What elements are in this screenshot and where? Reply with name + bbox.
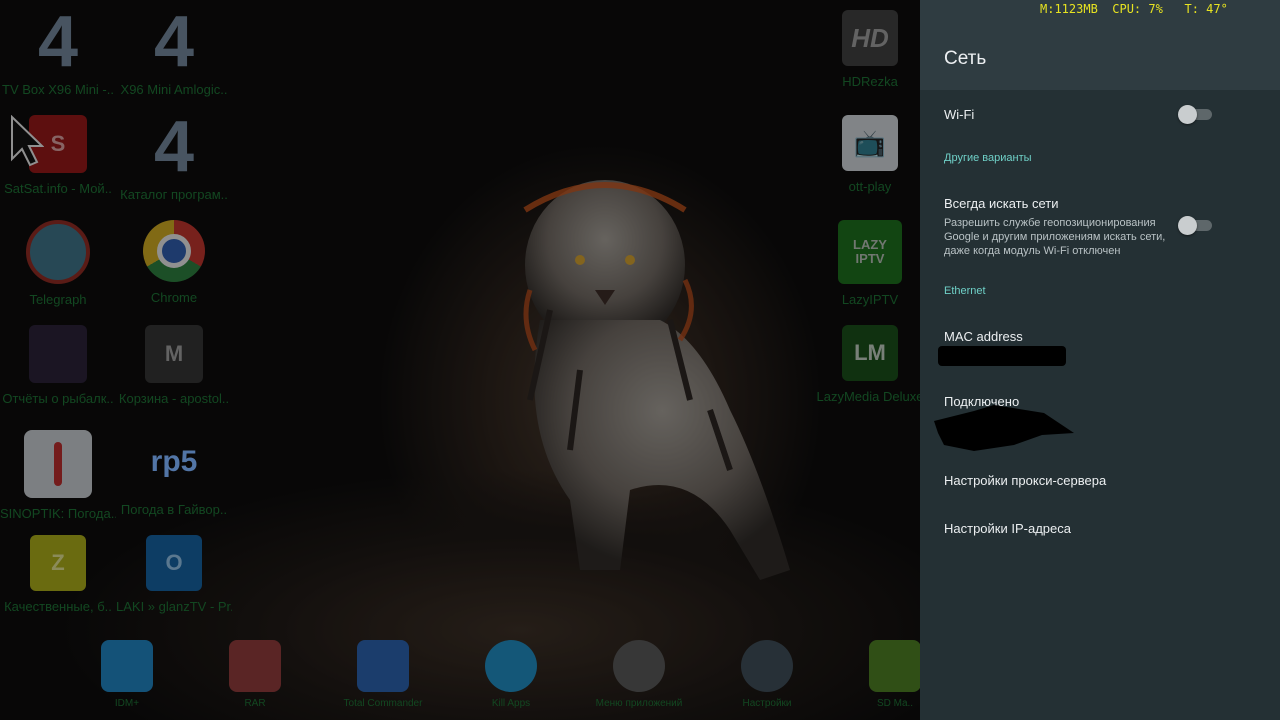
letter-o-icon: O xyxy=(146,535,202,591)
dock-item[interactable]: IDM+ xyxy=(72,640,182,709)
settings-icon xyxy=(741,640,793,692)
app-shortcut[interactable]: SINOPTIK: Погода.. xyxy=(0,430,116,521)
fishing-icon xyxy=(29,325,87,383)
proxy-settings-item[interactable]: Настройки прокси-сервера xyxy=(944,473,1106,488)
wifi-toggle[interactable] xyxy=(1178,105,1214,124)
chrome-icon xyxy=(143,220,205,282)
app-shortcut[interactable]: M Корзина - apostol.. xyxy=(116,325,232,406)
download-icon xyxy=(101,640,153,692)
page-title: Сеть xyxy=(944,48,987,69)
floppy-icon xyxy=(357,640,409,692)
network-settings-panel: Сеть Wi-Fi Другие варианты Всегда искать… xyxy=(920,0,1280,720)
trash-icon xyxy=(485,640,537,692)
app-label: Отчёты о рыбалк.. xyxy=(2,391,114,406)
connection-redaction xyxy=(934,405,1074,451)
rar-icon xyxy=(229,640,281,692)
dock-label: Kill Apps xyxy=(491,698,531,709)
dock-label: Меню приложений xyxy=(595,698,683,709)
ethernet-header: Ethernet xyxy=(944,285,986,297)
dock-label: RAR xyxy=(244,698,266,709)
tv-icon: 📺 xyxy=(842,115,898,171)
app-label: Telegraph xyxy=(29,292,87,307)
other-options-header: Другие варианты xyxy=(944,152,1032,164)
tiger-wallpaper-image xyxy=(523,180,790,580)
app-label: X96 Mini Amlogic.. xyxy=(120,82,228,97)
always-scan-label[interactable]: Всегда искать сети xyxy=(944,196,1059,211)
thermometer-icon xyxy=(24,430,92,498)
dock-item[interactable]: Total Commander xyxy=(328,640,438,709)
toggle-thumb xyxy=(1178,216,1197,235)
app-shortcut[interactable]: Chrome xyxy=(116,220,232,305)
app-label: Корзина - apostol.. xyxy=(118,391,230,406)
home-screen: 4 TV Box X96 Mini -.. 4 X96 Mini Amlogic.. S… xyxy=(0,0,920,720)
toggle-thumb xyxy=(1178,105,1197,124)
app-shortcut[interactable]: O LAKI » glanzTV - Pr.. xyxy=(116,535,232,614)
dock-item[interactable]: Kill Apps xyxy=(456,640,566,709)
app-shortcut[interactable]: 📺 ott-play xyxy=(812,115,920,194)
app-shortcut[interactable]: Telegraph xyxy=(0,220,116,307)
app-drawer-icon xyxy=(613,640,665,692)
rp5-icon: rp5 xyxy=(150,445,198,478)
gmail-icon: M xyxy=(145,325,203,383)
mac-address-redaction xyxy=(938,346,1066,366)
dock-item[interactable]: RAR xyxy=(200,640,310,709)
hd-icon: HD xyxy=(842,10,898,66)
app-label: SINOPTIK: Погода.. xyxy=(0,506,116,521)
lazymedia-icon: LM xyxy=(842,325,898,381)
app-shortcut[interactable]: rp5 Погода в Гайвор.. xyxy=(116,430,232,517)
dock-label: Настройки xyxy=(742,698,792,709)
four-icon: 4 xyxy=(37,2,79,82)
app-label: Chrome xyxy=(150,290,198,305)
app-shortcut[interactable]: Отчёты о рыбалк.. xyxy=(0,325,116,406)
letter-z-icon: Z xyxy=(30,535,86,591)
app-shortcut[interactable]: HD HDRezka xyxy=(812,10,920,89)
telegraph-icon xyxy=(26,220,90,284)
app-label: LazyIPTV xyxy=(841,292,899,307)
dock-item[interactable]: Меню приложений xyxy=(584,640,694,709)
mac-address-label: MAC address xyxy=(944,329,1023,344)
system-stats-overlay: M:1123MB CPU: 7% T: 47° xyxy=(1040,2,1228,16)
app-shortcut[interactable]: 4 Каталог програм.. xyxy=(116,107,232,202)
ip-settings-item[interactable]: Настройки IP-адреса xyxy=(944,521,1071,536)
lazyiptv-icon: LAZY IPTV xyxy=(838,220,902,284)
app-shortcut[interactable]: LM LazyMedia Deluxe xyxy=(812,325,920,404)
mouse-cursor xyxy=(11,115,44,167)
four-icon: 4 xyxy=(153,107,195,187)
always-scan-toggle[interactable] xyxy=(1178,216,1214,235)
app-shortcut[interactable]: 4 X96 Mini Amlogic.. xyxy=(116,2,232,97)
always-scan-description: Разрешить службе геопозиционирования Goo… xyxy=(944,217,1166,257)
app-label: Качественные, б.. xyxy=(4,599,112,614)
app-label: TV Box X96 Mini -.. xyxy=(2,82,114,97)
app-label: SatSat.info - Мой.. xyxy=(4,181,112,196)
dock-item[interactable]: SD Ma.. xyxy=(840,640,920,709)
app-label: Погода в Гайвор.. xyxy=(120,502,228,517)
dock-label: IDM+ xyxy=(114,698,140,709)
four-icon: 4 xyxy=(153,2,195,82)
app-label: LAKI » glanzTV - Pr.. xyxy=(116,599,232,614)
app-label: HDRezka xyxy=(842,74,898,89)
wifi-label[interactable]: Wi-Fi xyxy=(944,107,974,122)
app-label: ott-play xyxy=(848,179,892,194)
app-shortcut[interactable]: LAZY IPTV LazyIPTV xyxy=(812,220,920,307)
app-shortcut[interactable]: Z Качественные, б.. xyxy=(0,535,116,614)
app-shortcut[interactable]: 4 TV Box X96 Mini -.. xyxy=(0,2,116,97)
dock-label: SD Ma.. xyxy=(876,698,914,709)
dock-label: Total Commander xyxy=(343,698,423,709)
app-label: LazyMedia Deluxe xyxy=(816,389,920,404)
dock-item[interactable]: Настройки xyxy=(712,640,822,709)
android-icon xyxy=(869,640,920,692)
app-label: Каталог програм.. xyxy=(120,187,228,202)
